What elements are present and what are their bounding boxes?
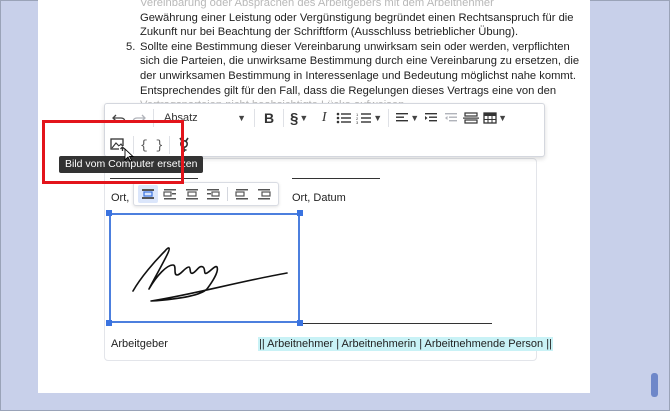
signature-line-right-top <box>292 178 380 179</box>
annotation-highlight-box <box>42 120 184 184</box>
resize-handle-bottom-right[interactable] <box>297 320 303 326</box>
indent-icon <box>425 113 438 122</box>
signature-drawing <box>132 247 288 302</box>
align-center-icon <box>185 189 198 200</box>
bulleted-list-button[interactable] <box>334 107 354 129</box>
chevron-down-icon: ▼ <box>299 113 309 123</box>
italic-button[interactable]: I <box>314 107 334 129</box>
list-line: sich die Parteien, die unwirksame Bestim… <box>140 55 580 68</box>
placeholder-highlight[interactable]: || Arbeitnehmer | Arbeitnehmerin | Arbei… <box>258 337 553 351</box>
outdent-button[interactable] <box>441 107 461 129</box>
align-left-icon <box>163 189 176 200</box>
document-list: Vereinbarung oder Absprachen des Arbeitg… <box>122 0 580 113</box>
align-inline-icon <box>141 189 154 199</box>
toolbar-separator <box>227 187 229 201</box>
indent-button[interactable] <box>421 107 441 129</box>
toolbar-separator <box>283 109 284 127</box>
align-left-button[interactable] <box>160 185 180 203</box>
list-item: Vereinbarung oder Absprachen des Arbeitg… <box>122 0 574 40</box>
resize-handle-top-right[interactable] <box>297 210 303 216</box>
list-line: Entsprechendes gilt für den Fall, dass d… <box>140 84 557 97</box>
table-icon <box>483 112 497 124</box>
signature-image[interactable] <box>109 213 300 323</box>
bold-button[interactable]: B <box>259 107 279 129</box>
list-line: Gewährung einer Leistung oder Vergünstig… <box>140 11 574 24</box>
chevron-down-icon: ▼ <box>498 113 508 123</box>
section-label: § <box>290 109 299 127</box>
toolbar-separator <box>254 109 255 127</box>
chevron-down-icon: ▼ <box>373 113 383 123</box>
align-block-right-button[interactable] <box>254 185 274 203</box>
insert-table-button[interactable]: ▼ <box>481 107 509 129</box>
resize-handle-bottom-left[interactable] <box>106 320 112 326</box>
align-block-left-button[interactable] <box>232 185 252 203</box>
list-line: Sollte eine Bestimmung dieser Vereinbaru… <box>140 40 570 53</box>
list-line: der unwirksamen Bestimmung in Interessen… <box>140 69 576 82</box>
align-block-right-icon <box>258 189 271 200</box>
toolbar-separator <box>388 109 390 127</box>
numbered-list-button[interactable]: 123 ▼ <box>354 107 384 129</box>
numbered-list-icon: 123 <box>356 112 372 124</box>
align-right-icon <box>207 189 221 200</box>
text-align-button[interactable]: ▼ <box>393 107 421 129</box>
bulleted-list-icon <box>336 112 352 124</box>
signature-line-right <box>300 323 492 324</box>
image-align-toolbar <box>133 182 279 206</box>
vertical-scrollbar-thumb[interactable] <box>651 373 658 397</box>
align-block-left-icon <box>235 189 249 200</box>
align-right-button[interactable] <box>204 185 224 203</box>
list-number: 5. <box>126 40 136 53</box>
chevron-down-icon: ▼ <box>410 113 420 123</box>
section-button[interactable]: § ▼ <box>288 107 310 129</box>
svg-text:3: 3 <box>356 120 359 124</box>
list-item-5: 5. Sollte eine Bestimmung dieser Vereinb… <box>122 40 580 113</box>
align-center-button[interactable] <box>182 185 202 203</box>
list-line: Zukunft nur bei Beachtung der Schriftfor… <box>140 26 519 39</box>
align-left-text-icon <box>396 113 409 122</box>
chevron-down-icon: ▼ <box>237 113 246 123</box>
page-break-icon <box>463 112 480 124</box>
page-break-button[interactable] <box>461 107 481 129</box>
employer-label: Arbeitgeber <box>111 338 168 350</box>
employee-label: || Arbeitnehmer | Arbeitnehmerin | Arbei… <box>258 337 553 351</box>
place-date-label-right: Ort, Datum <box>292 192 346 204</box>
resize-handle-top-left[interactable] <box>106 210 112 216</box>
list-line: Vereinbarung oder Absprachen des Arbeitg… <box>140 0 494 9</box>
align-inline-button[interactable] <box>138 185 158 203</box>
outdent-icon <box>445 113 458 122</box>
